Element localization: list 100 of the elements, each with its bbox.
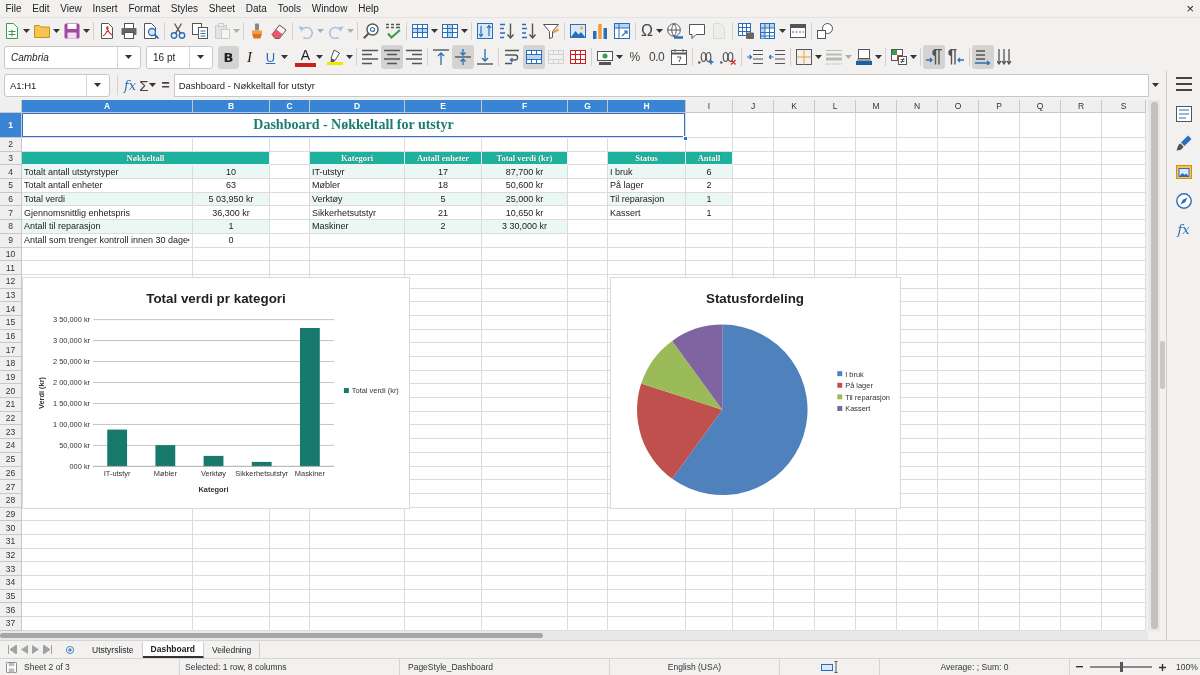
menu-item[interactable]: Styles [165, 1, 204, 16]
sheet-tab[interactable]: Veiledning [203, 641, 261, 658]
font-size-field[interactable]: 16 pt [146, 45, 213, 69]
column-header[interactable]: A [22, 100, 193, 113]
formula-button[interactable]: = [159, 77, 172, 93]
eraser-icon[interactable] [271, 22, 287, 39]
add-decimal-icon[interactable] [698, 49, 715, 65]
spellcheck-icon[interactable] [385, 22, 401, 39]
increase-indent-icon[interactable] [747, 49, 764, 65]
menu-item[interactable]: File [0, 1, 27, 16]
row-header[interactable]: 11 [0, 261, 22, 275]
paintbrush-icon[interactable] [249, 22, 265, 39]
number-format-button[interactable]: 0.0 [645, 45, 669, 69]
caret-down-icon[interactable] [1151, 83, 1159, 87]
column-header[interactable]: E [405, 100, 482, 113]
column-header[interactable]: B [193, 100, 270, 113]
column-header[interactable]: C [270, 100, 310, 113]
decrease-indent-icon[interactable] [769, 49, 786, 65]
menu-item[interactable]: Tools [272, 1, 307, 16]
sort-descending-icon[interactable] [521, 22, 537, 39]
column-header[interactable]: S [1102, 100, 1146, 113]
caret-down-icon[interactable] [875, 55, 883, 59]
column-header[interactable]: H [608, 100, 686, 113]
freeze-panes-icon[interactable] [759, 22, 776, 39]
compass-icon[interactable] [1175, 193, 1192, 209]
caret-down-icon[interactable] [346, 55, 353, 59]
row-header[interactable]: 33 [0, 562, 22, 576]
delete-decimal-icon[interactable] [720, 49, 737, 65]
menu-item[interactable]: Window [306, 1, 353, 16]
row-header[interactable]: 18 [0, 357, 22, 371]
fill-handle-icon[interactable] [683, 136, 688, 141]
menu-item[interactable]: Insert [87, 1, 123, 16]
table-rows-icon[interactable] [412, 22, 428, 39]
menu-item[interactable]: View [54, 1, 88, 16]
split-window-icon[interactable] [789, 22, 806, 39]
language-status[interactable]: English (USA) [667, 662, 722, 672]
image-folder-icon[interactable] [1175, 164, 1192, 180]
function-wizard-button[interactable]: fx [122, 77, 139, 93]
menu-item[interactable]: Edit [26, 1, 55, 16]
caret-down-icon[interactable] [281, 55, 288, 59]
menu-item[interactable]: Help [352, 1, 385, 16]
row-header[interactable]: 36 [0, 603, 22, 618]
printer-icon[interactable] [121, 22, 137, 39]
caret-down-icon[interactable] [778, 28, 786, 33]
row-header[interactable]: 4 [0, 165, 22, 180]
print-range-icon[interactable] [737, 22, 754, 39]
caret-down-icon[interactable] [616, 55, 623, 59]
column-header[interactable]: D [310, 100, 405, 113]
formula-input[interactable]: Dashboard - Nøkkeltall for utstyr [173, 73, 1149, 97]
sheet-tab[interactable]: Dashboard [142, 641, 204, 658]
column-header[interactable]: K [774, 100, 815, 113]
bar-chart-icon[interactable] [592, 22, 608, 39]
table-columns-icon[interactable] [442, 22, 458, 39]
close-button[interactable]: × [1184, 2, 1196, 15]
menu-item[interactable]: Sheet [203, 1, 241, 16]
pivot-table-icon[interactable] [614, 22, 630, 39]
brush-icon[interactable] [1175, 135, 1192, 151]
column-header[interactable]: R [1061, 100, 1102, 113]
menu-item[interactable]: Data [240, 1, 273, 16]
border-color-icon[interactable] [856, 49, 873, 65]
column-header[interactable]: F [482, 100, 568, 113]
column-header[interactable]: G [568, 100, 608, 113]
zoom-level[interactable]: 100% [1176, 662, 1198, 672]
bold-button[interactable]: B [218, 45, 239, 69]
caret-down-icon[interactable] [125, 55, 132, 59]
sum-button[interactable]: Σ [138, 76, 150, 94]
column-header[interactable]: Q [1020, 100, 1061, 113]
row-header[interactable]: 30 [0, 521, 22, 535]
menu-icon[interactable] [1175, 76, 1192, 92]
wrap-text-icon[interactable] [504, 49, 520, 65]
sidebar-collapse-handle[interactable] [1160, 341, 1165, 389]
column-header[interactable]: P [979, 100, 1020, 113]
row-header[interactable]: 5 [0, 179, 22, 193]
caret-down-icon[interactable] [53, 28, 60, 33]
row-header[interactable]: 7 [0, 206, 22, 221]
special-character-button[interactable]: Ω [639, 21, 655, 40]
sort-icon[interactable] [477, 22, 493, 39]
row-header[interactable]: 2 [0, 138, 22, 152]
row-header[interactable]: 37 [0, 617, 22, 631]
row-header[interactable]: 21 [0, 398, 22, 412]
page-style[interactable]: PageStyle_Dashboard [408, 662, 494, 672]
italic-button[interactable]: I [239, 45, 260, 69]
row-header[interactable]: 8 [0, 220, 22, 234]
caret-down-icon[interactable] [461, 28, 468, 33]
caret-down-icon[interactable] [431, 28, 438, 33]
row-header[interactable]: 24 [0, 439, 22, 453]
underline-button[interactable]: U [260, 45, 281, 69]
column-header[interactable]: M [856, 100, 897, 113]
banknote-icon[interactable] [597, 49, 613, 65]
list-page-icon[interactable] [1175, 106, 1192, 122]
zoom-in-icon[interactable] [1159, 663, 1166, 671]
row-header[interactable]: 14 [0, 302, 22, 316]
name-box[interactable]: A1:H1 [4, 73, 110, 97]
functions-deck-button[interactable]: fx [1177, 222, 1190, 238]
caret-down-icon[interactable] [94, 83, 101, 87]
conditional-format-icon[interactable] [891, 49, 908, 65]
add-sheet-icon[interactable] [66, 645, 74, 654]
caret-down-icon[interactable] [815, 55, 823, 59]
search-icon[interactable] [363, 22, 379, 39]
caret-down-icon[interactable] [197, 55, 204, 59]
